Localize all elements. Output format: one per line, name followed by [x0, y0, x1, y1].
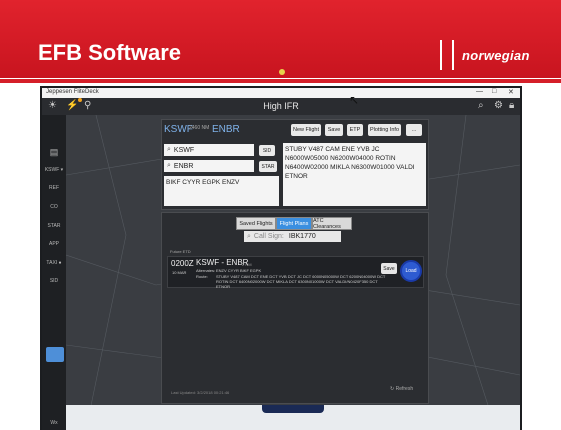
header-divider — [0, 79, 561, 83]
maximize-icon[interactable]: □ — [492, 88, 496, 95]
callsign-input[interactable]: ⌕ Call Sign: IBK1770 — [244, 231, 341, 242]
route-label: Route: — [196, 274, 208, 279]
mouse-cursor-icon: ↖ — [349, 93, 360, 107]
slide-title: EFB Software — [38, 40, 182, 65]
search-icon: ⌕ — [167, 162, 171, 169]
sidebar-item-star[interactable]: STAR — [42, 223, 66, 229]
tab-flight-plans[interactable]: Flight Plans — [276, 217, 312, 230]
refresh-icon: ↻ — [390, 386, 395, 392]
tab-saved-flights[interactable]: Saved Flights — [236, 217, 276, 230]
search-icon[interactable]: ⌕ — [478, 100, 484, 111]
sidebar-item-co[interactable]: CO — [42, 204, 66, 210]
section-label: Future ETD — [170, 249, 191, 254]
flight-route-title: KSWF - ENBR — [196, 258, 249, 267]
star-button[interactable]: STAR — [259, 161, 277, 172]
last-updated-text: Last Updated: 3/2/2018 00:21:46 — [171, 390, 230, 395]
brand-name: norwegian — [462, 47, 530, 63]
window-title-bar: Jeppesen FliteDeck — □ ✕ — [42, 88, 520, 98]
flight-date: 10 MAR — [172, 270, 187, 275]
flight-plan-nav-icon[interactable] — [46, 347, 64, 362]
etp-button[interactable]: ETP — [347, 124, 363, 136]
plans-tab-group: Saved Flights Flight Plans ATC Clearance… — [236, 217, 352, 230]
arrival-field[interactable]: ⌕ ENBR — [164, 160, 254, 172]
save-plan-button[interactable]: Save — [381, 263, 397, 274]
settings-icon[interactable]: ⚙ — [494, 100, 503, 111]
destination-code: ENBR — [212, 124, 240, 135]
sidebar: ▤ KSWF ▾ REF CO STAR APP TAXI ● SID Wx — [42, 115, 66, 430]
sidebar-item-taxi[interactable]: TAXI ● — [42, 260, 66, 266]
brand-logo: norwegian — [440, 38, 556, 72]
new-flight-button[interactable]: New Flight — [291, 124, 321, 136]
route-line-3: ETNOR — [216, 284, 230, 289]
documents-icon[interactable]: ▤ — [42, 147, 66, 158]
refresh-button[interactable]: ↻ Refresh — [390, 386, 413, 392]
load-plan-button[interactable]: Load — [400, 260, 422, 282]
tab-atc-clearances[interactable]: ATC Clearances — [312, 217, 352, 230]
sidebar-item-ref[interactable]: REF — [42, 185, 66, 191]
app-toolbar: ☀ ⚡ ⚲ High IFR ⌕ ⚙ 🔒︎ — [42, 98, 520, 115]
sidebar-item-airport[interactable]: KSWF ▾ — [42, 167, 66, 173]
distance-label: 2460 NM — [189, 125, 210, 131]
window-title: Jeppesen FliteDeck — [46, 89, 99, 95]
more-button[interactable]: ... — [406, 124, 422, 136]
flight-time: 0200Z — [171, 259, 194, 268]
route-line-2: ROTIN DCT 6400N02000W DCT MIKLA DCT 6300… — [216, 279, 378, 284]
flight-distance: 2 NM — [242, 262, 252, 267]
callsign-placeholder: Call Sign: — [253, 233, 284, 240]
lock-icon[interactable]: 🔒︎ — [509, 100, 514, 111]
plotting-info-button[interactable]: Plotting Info — [368, 124, 401, 136]
slide-header: EFB Software norwegian — [0, 0, 561, 78]
sidebar-item-app[interactable]: APP — [42, 241, 66, 247]
alternates-label: Alternates: — [196, 268, 216, 273]
search-icon: ⌕ — [167, 146, 171, 153]
minimize-icon[interactable]: — — [476, 88, 483, 95]
panel-drawer-handle[interactable] — [262, 405, 324, 413]
close-icon[interactable]: ✕ — [508, 88, 514, 96]
sid-button[interactable]: SID — [259, 145, 275, 156]
save-flight-button[interactable]: Save — [325, 124, 343, 136]
callsign-value: IBK1770 — [288, 233, 316, 240]
route-string-field[interactable]: STUBY V487 CAM ENE YVB JC N6000W05000 N6… — [283, 143, 426, 206]
logo-mark-icon — [440, 40, 454, 70]
departure-field[interactable]: ⌕ KSWF — [164, 144, 254, 156]
chart-title: High IFR — [263, 101, 299, 111]
search-icon: ⌕ — [247, 232, 251, 240]
slide-pointer-dot — [279, 69, 285, 75]
sidebar-item-wx[interactable]: Wx — [42, 420, 66, 426]
alternates-value: ENZV CYYR BIKF EGPK — [216, 268, 262, 273]
sidebar-item-sid[interactable]: SID — [42, 278, 66, 284]
alternates-field[interactable]: BIKF CYYR EGPK ENZV — [164, 176, 279, 206]
